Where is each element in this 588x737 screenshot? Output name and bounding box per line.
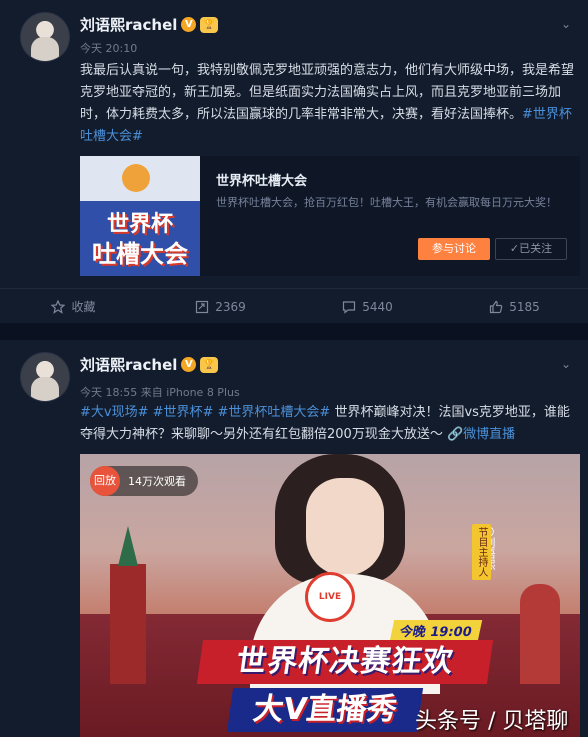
weibo-live-link[interactable]: 🔗微博直播 bbox=[447, 427, 515, 442]
post-actions: 收藏 2369 5440 5185 bbox=[0, 288, 588, 324]
topic-description: 世界杯吐槽大会，抢百万红包！吐槽大王，有机会赢取每日万元大奖！ bbox=[216, 196, 557, 209]
post-divider bbox=[0, 323, 588, 340]
post-text: 我最后认真说一句，我特别敬佩克罗地亚顽强的意志力，他们有大师级中场，我是希望克罗… bbox=[80, 60, 574, 148]
followed-button[interactable]: ✓已关注 bbox=[495, 238, 567, 260]
hashtag-links[interactable]: #大v现场# #世界杯# #世界杯吐槽大会# bbox=[80, 405, 330, 420]
verified-badge-icon: V bbox=[181, 17, 197, 32]
comment-count: 5440 bbox=[362, 299, 393, 314]
post-time[interactable]: 今天 18:55 来自 iPhone 8 Plus bbox=[80, 384, 240, 400]
kremlin-tower-right bbox=[520, 584, 560, 684]
comment-icon bbox=[343, 300, 356, 314]
topic-image-line2: 吐槽大会 bbox=[92, 240, 188, 268]
chevron-down-icon[interactable]: ⌄ bbox=[558, 356, 574, 372]
avatar[interactable] bbox=[20, 12, 70, 62]
host-role: 节目主持人 bbox=[472, 524, 491, 580]
banner-title: 世界杯决赛狂欢 bbox=[196, 640, 494, 684]
post-body: 我最后认真说一句，我特别敬佩克罗地亚顽强的意志力，他们有大师级中场，我是希望克罗… bbox=[80, 63, 575, 122]
author-name[interactable]: 刘语熙rachel bbox=[80, 354, 177, 375]
banner-subtitle: 大V直播秀 bbox=[226, 688, 424, 732]
post-time[interactable]: 今天 20:10 bbox=[80, 40, 137, 56]
kremlin-tower-left bbox=[110, 526, 146, 684]
verified-badge-icon: V bbox=[181, 357, 197, 372]
topic-card[interactable]: 世界杯 吐槽大会 世界杯吐槽大会 世界杯吐槽大会，抢百万红包！吐槽大王，有机会赢… bbox=[80, 156, 580, 276]
repost-icon bbox=[196, 300, 209, 313]
replay-pill[interactable]: 回放 14万次观看 bbox=[90, 466, 198, 496]
replay-label: 回放 bbox=[90, 466, 120, 496]
repost-button[interactable]: 2369 bbox=[147, 289, 294, 324]
weibo-post: 刘语熙rachel V 🏆 ⌄ 今天 20:10 我最后认真说一句，我特别敬佩克… bbox=[0, 0, 588, 323]
repost-count: 2369 bbox=[215, 299, 246, 314]
comment-button[interactable]: 5440 bbox=[294, 289, 441, 324]
trophy-badge-icon: 🏆 bbox=[200, 356, 219, 373]
star-icon bbox=[51, 299, 66, 314]
view-count: 14万次观看 bbox=[128, 475, 186, 488]
chevron-down-icon[interactable]: ⌄ bbox=[558, 16, 574, 32]
broadcast-time: 今晚 19:00 bbox=[389, 620, 483, 641]
weibo-post: 刘语熙rachel V 🏆 ⌄ 今天 18:55 来自 iPhone 8 Plu… bbox=[0, 340, 588, 737]
like-count: 5185 bbox=[509, 299, 540, 314]
post-text: #大v现场# #世界杯# #世界杯吐槽大会# 世界杯巅峰对决！法国vs克罗地亚，… bbox=[80, 402, 574, 446]
join-discussion-button[interactable]: 参与讨论 bbox=[418, 238, 490, 260]
like-button[interactable]: 5185 bbox=[441, 289, 588, 324]
live-video-player[interactable]: 回放 14万次观看 @刘语熙rachel 节目主持人 LIVE 今晚 19:00… bbox=[80, 454, 580, 737]
watermark: 头条号 / 贝塔聊体育 bbox=[415, 709, 569, 734]
favorite-button[interactable]: 收藏 bbox=[0, 289, 147, 324]
live-play-button[interactable]: LIVE bbox=[305, 572, 355, 622]
favorite-label: 收藏 bbox=[71, 300, 96, 314]
host-portrait bbox=[306, 478, 384, 576]
live-label: LIVE bbox=[318, 592, 342, 602]
trophy-badge-icon: 🏆 bbox=[200, 16, 219, 33]
author-name[interactable]: 刘语熙rachel bbox=[80, 14, 177, 35]
football-icon bbox=[122, 164, 150, 192]
topic-title[interactable]: 世界杯吐槽大会 bbox=[216, 170, 307, 189]
topic-card-image[interactable]: 世界杯 吐槽大会 bbox=[80, 156, 200, 276]
avatar[interactable] bbox=[20, 352, 70, 402]
thumbs-up-icon bbox=[490, 300, 503, 313]
